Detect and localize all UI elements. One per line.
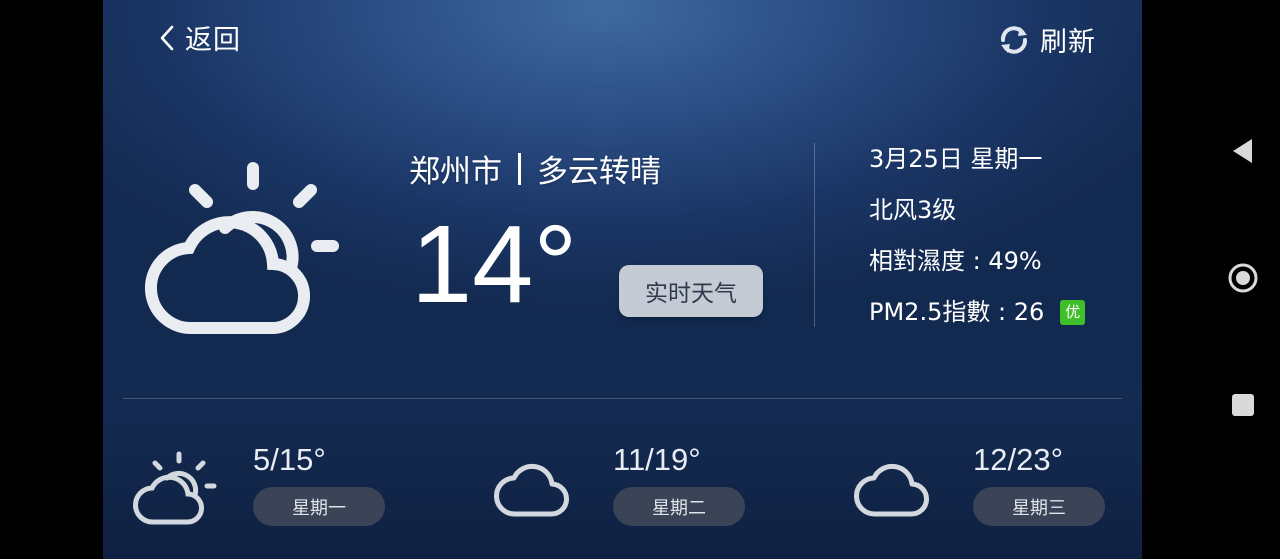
forecast-day-label: 星期三 — [973, 487, 1105, 526]
refresh-label: 刷新 — [1040, 27, 1096, 58]
weather-condition: 多云转晴 — [537, 154, 661, 190]
humidity-row: 相對濕度 : 49% — [869, 236, 1085, 287]
pm25-row: PM2.5指數 : 26 优 — [869, 287, 1086, 338]
city-condition-line: 郑州市 多云转晴 — [409, 146, 661, 191]
forecast-day-label: 星期二 — [613, 487, 745, 526]
forecast-day-1: 5/15° 星期一 — [131, 440, 451, 540]
back-triangle-icon[interactable] — [1230, 136, 1256, 166]
current-temperature: 14° — [411, 203, 578, 326]
recents-square-icon[interactable] — [1230, 392, 1256, 418]
city-name: 郑州市 — [409, 154, 502, 190]
weather-details: 3月25日 星期一 北风3级 相對濕度 : 49% PM2.5指數 : 26 优 — [869, 134, 1086, 338]
date-text: 3月25日 星期一 — [869, 145, 1043, 173]
weather-screen: 返回 刷新 郑州市 多云转晴 14° 实时天气 3月25日 星期一 北风3级 相… — [103, 0, 1142, 559]
forecast-day-label: 星期一 — [253, 487, 385, 526]
back-label: 返回 — [185, 25, 241, 56]
realtime-weather-button[interactable]: 实时天气 — [619, 265, 763, 317]
cloud-icon — [494, 463, 569, 517]
refresh-button[interactable]: 刷新 — [998, 20, 1096, 59]
humidity-text: 相對濕度 : 49% — [869, 247, 1042, 275]
partly-sunny-icon — [133, 451, 217, 525]
system-nav-bar — [1142, 0, 1280, 559]
date-row: 3月25日 星期一 — [869, 134, 1085, 185]
forecast-day-2: 11/19° 星期二 — [491, 440, 811, 540]
aqi-badge: 优 — [1060, 300, 1086, 325]
pm25-text: PM2.5指數 : 26 — [869, 298, 1045, 326]
wind-row: 北风3级 — [869, 185, 1085, 236]
forecast-day-3: 12/23° 星期三 — [851, 440, 1142, 540]
refresh-icon — [1001, 25, 1027, 54]
forecast-temp: 11/19° — [613, 442, 701, 477]
cloud-icon — [854, 463, 929, 517]
wind-text: 北风3级 — [869, 196, 957, 224]
home-circle-icon[interactable] — [1227, 262, 1259, 294]
back-button[interactable]: 返回 — [159, 18, 241, 57]
vertical-divider — [814, 143, 815, 327]
horizontal-divider — [123, 398, 1122, 399]
forecast-temp: 5/15° — [253, 442, 326, 477]
chevron-left-icon — [160, 25, 174, 50]
forecast-temp: 12/23° — [973, 442, 1063, 477]
partly-sunny-icon — [145, 162, 339, 335]
separator — [518, 152, 521, 185]
